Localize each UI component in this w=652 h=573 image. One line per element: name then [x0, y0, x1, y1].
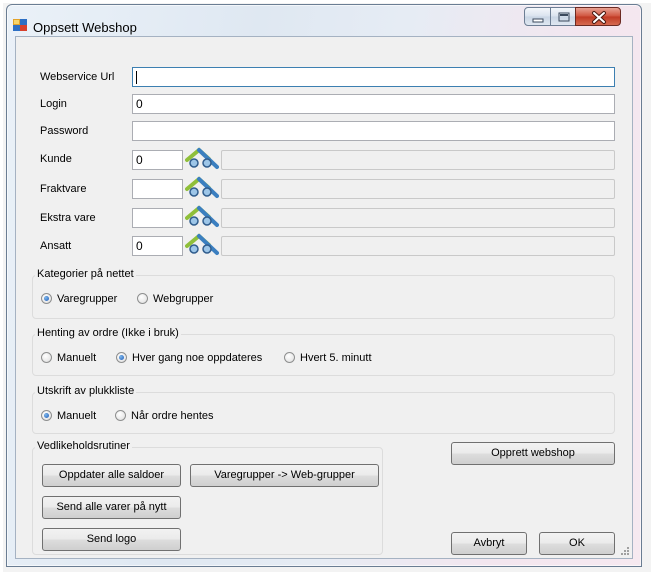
fraktvare-input[interactable] [132, 179, 183, 199]
radio-circle [116, 352, 127, 363]
ansatt-description-field [221, 236, 615, 256]
binoculars-lookup-icon[interactable] [185, 147, 219, 171]
binoculars-lookup-icon[interactable] [185, 205, 219, 229]
vedlikehold-group: Vedlikeholdsrutiner Oppdater alle saldoe… [32, 440, 383, 555]
text-caret [136, 71, 137, 84]
resize-grip-icon[interactable] [620, 546, 630, 556]
henting-group-title: Henting av ordre (Ikke i bruk) [35, 327, 181, 339]
radio-circle [115, 410, 126, 421]
henting-group: Henting av ordre (Ikke i bruk) Manuelt H… [32, 327, 615, 376]
password-input[interactable] [132, 121, 615, 141]
fraktvare-label: Fraktvare [40, 183, 87, 195]
app-window-icon [13, 19, 27, 31]
binoculars-lookup-icon[interactable] [185, 233, 219, 257]
window-title: Oppsett Webshop [33, 20, 137, 35]
close-button[interactable] [575, 7, 621, 26]
maximize-button[interactable] [550, 7, 576, 26]
send-alle-varer-button[interactable]: Send alle varer på nytt [42, 496, 181, 519]
radio-circle [41, 410, 52, 421]
radio-circle [41, 293, 52, 304]
dialog-window: Oppsett Webshop Webservice Url Login 0 P… [6, 4, 642, 567]
ansatt-input[interactable]: 0 [132, 236, 183, 256]
webservice-url-input[interactable] [132, 67, 615, 87]
minimize-button[interactable] [524, 7, 551, 26]
ok-button[interactable]: OK [539, 532, 615, 555]
varegrupper-webgrupper-button[interactable]: Varegrupper -> Web-grupper [190, 464, 379, 487]
dialog-client-area: Webservice Url Login 0 Password Kunde 0 … [15, 36, 633, 559]
webservice-url-label: Webservice Url [40, 71, 115, 83]
title-bar[interactable]: Oppsett Webshop [7, 5, 641, 35]
kunde-label: Kunde [40, 153, 72, 165]
minimize-icon [532, 18, 544, 23]
ekstra-vare-input[interactable] [132, 208, 183, 228]
fraktvare-description-field [221, 179, 615, 199]
ekstra-vare-label: Ekstra vare [40, 212, 96, 224]
login-input[interactable]: 0 [132, 94, 615, 114]
kunde-description-field [221, 150, 615, 170]
vedlikehold-group-title: Vedlikeholdsrutiner [35, 440, 132, 452]
close-icon [592, 11, 606, 24]
utskrift-group-title: Utskrift av plukkliste [35, 385, 137, 397]
login-label: Login [40, 98, 67, 110]
binoculars-lookup-icon[interactable] [185, 176, 219, 200]
kunde-input[interactable]: 0 [132, 150, 183, 170]
cancel-button[interactable]: Avbryt [451, 532, 527, 555]
send-logo-button[interactable]: Send logo [42, 528, 181, 551]
password-label: Password [40, 125, 89, 137]
opprett-webshop-button[interactable]: Opprett webshop [451, 442, 615, 465]
maximize-icon [558, 12, 570, 22]
oppdater-saldoer-button[interactable]: Oppdater alle saldoer [42, 464, 181, 487]
kategorier-group-title: Kategorier på nettet [35, 268, 136, 280]
radio-circle [41, 352, 52, 363]
utskrift-group: Utskrift av plukkliste Manuelt Når ordre… [32, 385, 615, 434]
radio-circle [137, 293, 148, 304]
ansatt-label: Ansatt [40, 240, 72, 252]
kategorier-group: Kategorier på nettet Varegrupper Webgrup… [32, 268, 615, 319]
radio-circle [284, 352, 295, 363]
ekstra-vare-description-field [221, 208, 615, 228]
